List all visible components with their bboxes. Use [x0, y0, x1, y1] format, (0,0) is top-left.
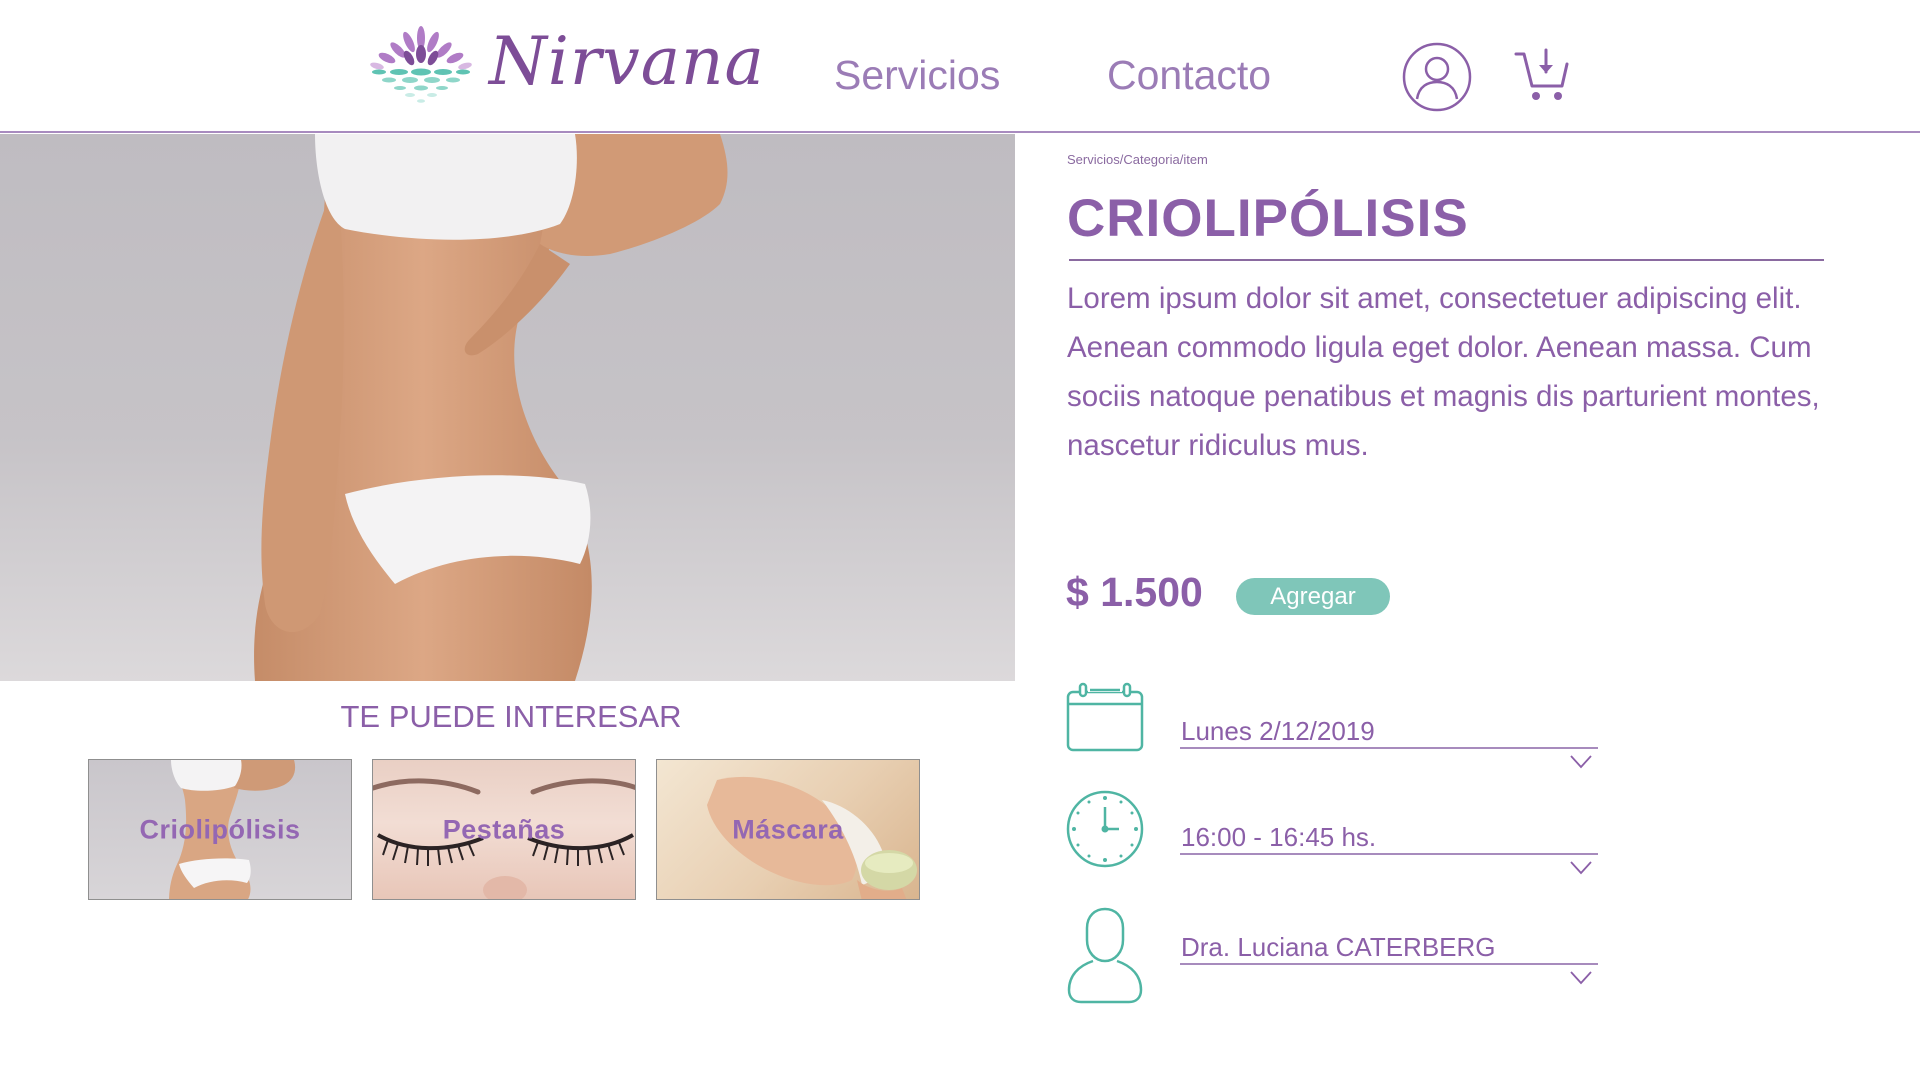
professional-value: Dra. Luciana CATERBERG	[1181, 932, 1496, 962]
related-card-mascara[interactable]: Máscara	[656, 759, 920, 900]
chevron-down-icon	[1570, 755, 1592, 769]
brand-name: Nirvana	[489, 23, 765, 100]
chevron-down-icon	[1570, 971, 1592, 985]
calendar-icon	[1066, 682, 1144, 752]
date-value: Lunes 2/12/2019	[1181, 716, 1375, 746]
related-label: Máscara	[732, 814, 844, 844]
brand-logo[interactable]: Nirvana	[365, 20, 765, 104]
body-silhouette-illustration	[254, 134, 728, 681]
product-title: CRIOLIPÓLISIS	[1067, 189, 1469, 248]
nav-contacto[interactable]: Contacto	[1107, 52, 1271, 99]
title-divider	[1069, 259, 1824, 261]
product-description: Lorem ipsum dolor sit amet, consectetuer…	[1067, 282, 1820, 462]
chevron-down-icon	[1570, 861, 1592, 875]
date-select[interactable]: Lunes 2/12/2019	[1180, 716, 1598, 769]
related-card-pestanas[interactable]: Pestañas	[372, 759, 636, 900]
related-label: Criolipólisis	[139, 814, 301, 844]
related-label: Pestañas	[442, 814, 566, 844]
breadcrumb[interactable]: Servicios/Categoria/item	[1067, 152, 1208, 167]
person-icon	[1067, 907, 1143, 1004]
related-heading: TE PUEDE INTERESAR	[340, 699, 682, 734]
product-price: $ 1.500	[1066, 569, 1203, 615]
professional-select[interactable]: Dra. Luciana CATERBERG	[1180, 932, 1598, 985]
user-circle-icon[interactable]	[1402, 42, 1472, 112]
time-value: 16:00 - 16:45 hs.	[1181, 822, 1377, 852]
lotus-logo-icon	[370, 26, 472, 103]
product-hero-image	[0, 134, 1015, 681]
site-header: Nirvana Servicios Contacto	[0, 0, 1920, 133]
clock-icon	[1066, 790, 1144, 868]
cart-download-icon[interactable]	[1512, 48, 1570, 106]
related-card-criolipolisis[interactable]: Criolipólisis	[88, 759, 352, 900]
time-select[interactable]: 16:00 - 16:45 hs.	[1180, 822, 1598, 875]
add-to-cart-button[interactable]: Agregar	[1236, 578, 1390, 615]
nav-servicios[interactable]: Servicios	[834, 52, 1000, 99]
